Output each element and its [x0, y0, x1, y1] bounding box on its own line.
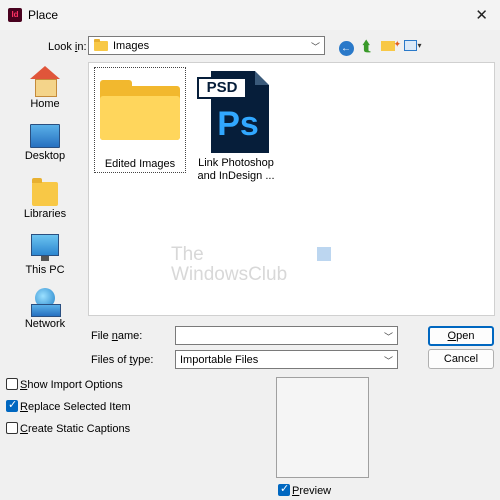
home-icon: [30, 66, 60, 97]
preview-checkbox[interactable]: Preview: [278, 482, 331, 497]
watermark-line2: WindowsClub: [171, 264, 288, 285]
look-in-dropdown[interactable]: Images ﹀: [88, 36, 325, 55]
watermark: The WindowsClub: [171, 244, 331, 285]
folder-icon: [100, 80, 180, 140]
back-icon[interactable]: ←: [336, 36, 356, 56]
chevron-down-icon: ﹀: [383, 356, 393, 366]
folder-icon: [94, 39, 108, 51]
look-in-value: Images: [113, 40, 150, 52]
file-name: Edited Images: [104, 158, 176, 170]
chevron-down-icon: ﹀: [383, 332, 393, 342]
watermark-line1: The: [171, 244, 204, 265]
place-label: Home: [30, 98, 60, 110]
create-static-captions-checkbox[interactable]: Create Static Captions: [6, 422, 130, 435]
file-name-input[interactable]: ﹀: [175, 326, 398, 345]
place-label: This PC: [25, 264, 65, 276]
new-folder-icon[interactable]: [378, 34, 401, 56]
checkbox-box[interactable]: [6, 422, 18, 434]
place-home[interactable]: Home: [6, 66, 84, 110]
replace-selected-item-checkbox[interactable]: Replace Selected Item: [6, 398, 131, 413]
checkbox-box[interactable]: [6, 378, 18, 390]
up-folder-icon[interactable]: ⮬: [357, 36, 377, 56]
photoshop-file-icon: PSD Ps: [197, 71, 275, 155]
place-libraries[interactable]: Libraries: [6, 178, 84, 220]
open-button[interactable]: Open: [428, 326, 494, 346]
place-label: Network: [24, 318, 66, 330]
place-this-pc[interactable]: This PC: [6, 234, 84, 276]
cancel-button[interactable]: Cancel: [428, 349, 494, 369]
window-title: Place: [28, 8, 59, 22]
this-pc-icon: [31, 234, 59, 261]
file-name-line2: and InDesign ...: [197, 170, 275, 182]
files-of-type-dropdown[interactable]: Importable Files ﹀: [175, 350, 398, 369]
place-network[interactable]: Network: [6, 288, 84, 330]
files-of-type-value: Importable Files: [180, 354, 259, 366]
file-name-label: File name:: [91, 330, 143, 342]
show-import-options-checkbox[interactable]: Show Import Options: [6, 378, 123, 391]
close-icon[interactable]: ✕: [475, 6, 488, 24]
files-of-type-label: Files of type:: [91, 354, 154, 366]
title-bar: Id Place ✕: [0, 0, 500, 30]
place-label: Libraries: [23, 208, 67, 220]
preview-pane: [276, 377, 369, 478]
look-in-label: Look in:: [48, 41, 87, 53]
places-bar: Home Desktop Libraries This PC Network: [6, 60, 84, 342]
desktop-icon: [30, 124, 60, 148]
checkbox-box[interactable]: [278, 482, 290, 496]
file-list[interactable]: Edited Images PSD Ps Link Photoshop and …: [88, 62, 495, 316]
indesign-app-icon: Id: [8, 8, 22, 22]
place-desktop[interactable]: Desktop: [6, 124, 84, 162]
checkbox-box[interactable]: [6, 398, 18, 412]
place-label: Desktop: [24, 150, 66, 162]
file-name-line1: Link Photoshop: [198, 157, 274, 169]
libraries-icon: [32, 178, 58, 206]
watermark-logo: [317, 247, 331, 261]
list-item-folder[interactable]: Edited Images: [94, 67, 186, 173]
ps-glyph: Ps: [217, 105, 259, 143]
psd-tag: PSD: [197, 77, 247, 99]
chevron-down-icon: ﹀: [310, 42, 320, 52]
list-item-psd[interactable]: PSD Ps Link Photoshop and InDesign ...: [192, 71, 280, 191]
network-icon: [31, 288, 61, 317]
views-menu-icon[interactable]: ▾: [400, 36, 426, 56]
